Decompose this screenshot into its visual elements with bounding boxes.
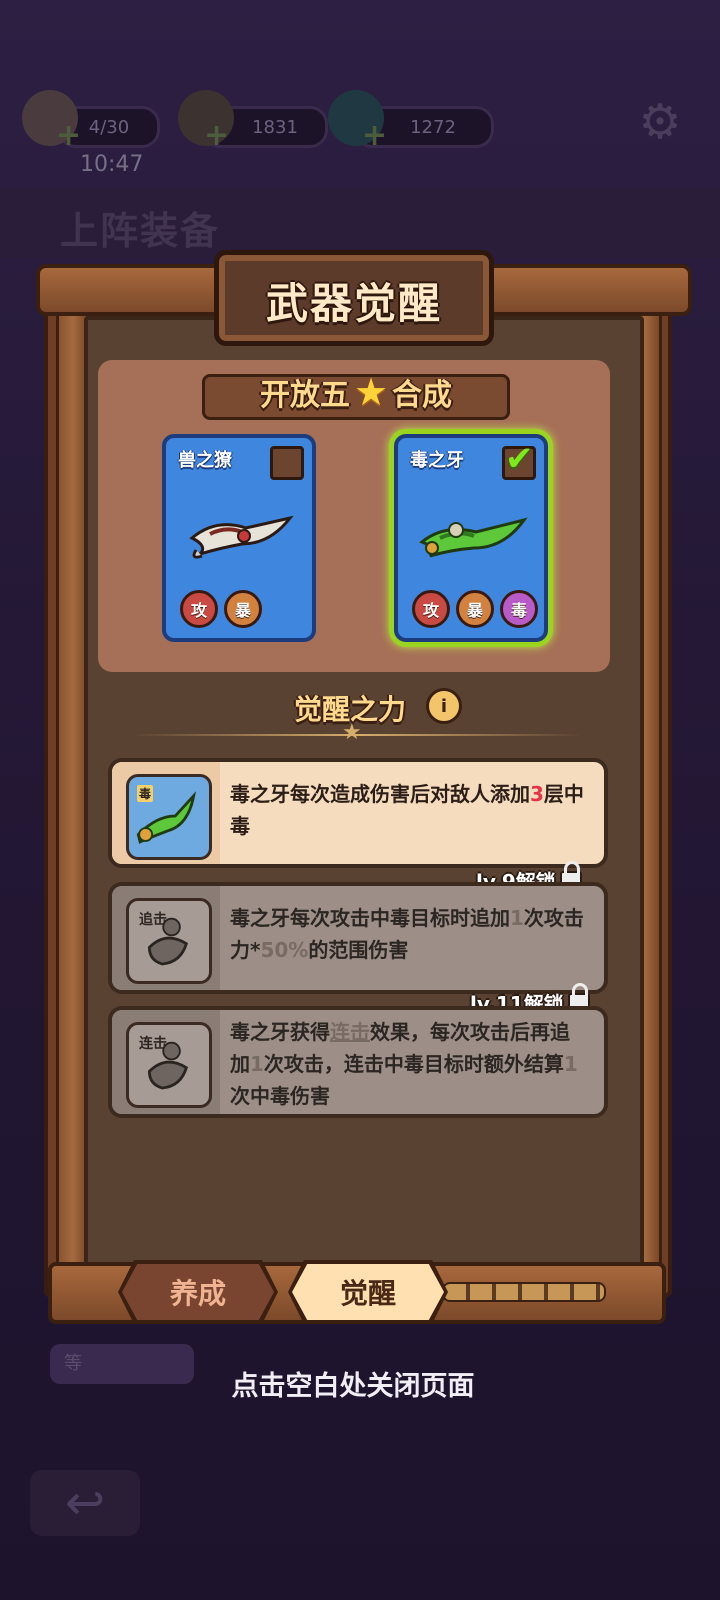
- chain-decoration: [442, 1282, 606, 1302]
- poison-dagger-icon: 毒: [126, 774, 212, 860]
- skill-description: 毒之牙获得连击效果，每次攻击后再追加1次攻击，连击中毒目标时额外结算1次中毒伤害: [220, 1010, 604, 1114]
- divider-star-icon: ★: [342, 720, 362, 745]
- attack-badge: 攻: [180, 590, 218, 628]
- skill-row-3: 连击 毒之牙获得连击效果，每次攻击后再追加1次攻击，连击中毒目标时额外结算1次中…: [108, 1006, 608, 1118]
- dagger-icon: [189, 515, 294, 559]
- poison-dagger-icon: [419, 517, 528, 558]
- skill-text-pre: 毒之牙获得: [230, 1020, 330, 1044]
- skill-icon-box: 毒: [112, 762, 220, 864]
- tab-cultivate[interactable]: 养成: [122, 1264, 274, 1320]
- add-stamina-icon[interactable]: +: [56, 118, 81, 153]
- crit-badge: 暴: [224, 590, 262, 628]
- weapon-card-beast-fang[interactable]: 兽之獠 攻 暴: [162, 434, 316, 642]
- checkmark-icon: ✔: [505, 439, 534, 479]
- skill-number-1: 1: [510, 906, 524, 930]
- currency-2-value: 1272: [410, 116, 456, 138]
- merge-title-left: 开放五: [259, 378, 350, 413]
- skill-text-pre: 毒之牙每次攻击中毒目标时追加: [230, 906, 510, 930]
- skill-text-mid-2: 次攻击，连击中毒目标时额外结算: [263, 1052, 564, 1076]
- poison-dagger-art: [136, 791, 197, 844]
- gear-icon[interactable]: ⚙: [636, 98, 684, 146]
- star-icon: ★: [353, 370, 389, 414]
- clock: 10:47: [80, 152, 144, 177]
- info-icon[interactable]: i: [426, 688, 462, 724]
- add-currency-1-icon[interactable]: +: [204, 118, 229, 153]
- add-currency-2-icon[interactable]: +: [362, 118, 387, 153]
- weapon-card-name: 毒之牙: [410, 450, 464, 471]
- stamina-value: 4/30: [88, 116, 130, 138]
- section-title: 上阵装备: [60, 209, 221, 253]
- close-hint[interactable]: 点击空白处关闭页面: [0, 1364, 706, 1403]
- warrior-silhouette-icon: [147, 917, 188, 966]
- warrior-silhouette-icon: [147, 1041, 188, 1090]
- currency-1-value: 1831: [252, 116, 298, 138]
- skill-row-1: 毒 毒之牙每次造成伤害后对敌人添加3层中毒: [108, 758, 608, 868]
- crit-badge: 暴: [456, 590, 494, 628]
- panel-title: 武器觉醒: [265, 279, 442, 328]
- skill-icon-box: 追击: [112, 886, 220, 990]
- combo-link[interactable]: 连击: [330, 1020, 370, 1044]
- tab-awaken[interactable]: 觉醒: [292, 1264, 444, 1320]
- attribute-badges: 攻 暴 毒: [412, 590, 538, 628]
- merge-title-right: 合成: [392, 378, 453, 413]
- back-arrow-icon[interactable]: ↩: [30, 1470, 140, 1536]
- skill-number-2: 1: [563, 1052, 578, 1076]
- skill-number-2: 50%: [260, 938, 309, 962]
- attack-badge: 攻: [412, 590, 450, 628]
- skill-row-2: 追击 毒之牙每次攻击中毒目标时追加1次攻击力*50%的范围伤害: [108, 882, 608, 994]
- select-checkbox[interactable]: ✔: [502, 439, 536, 480]
- weapon-card-poison-fang[interactable]: 毒之牙 ✔ 攻 暴 毒: [394, 434, 548, 642]
- skill-description: 毒之牙每次攻击中毒目标时追加1次攻击力*50%的范围伤害: [220, 886, 604, 990]
- skill-icon-box: 连击: [112, 1010, 220, 1114]
- merge-title: 开放五 ★ 合成: [206, 370, 506, 414]
- attribute-badges: 攻 暴: [180, 590, 262, 628]
- skill-number: 3: [530, 782, 544, 806]
- poison-badge: 毒: [500, 590, 538, 628]
- combo-skill-icon: 连击: [126, 1022, 212, 1108]
- skill-text-pre: 毒之牙每次造成伤害后对敌人添加: [230, 782, 530, 806]
- skill-description: 毒之牙每次造成伤害后对敌人添加3层中毒: [220, 762, 604, 864]
- skill-text-post: 次中毒伤害: [230, 1084, 330, 1108]
- select-checkbox[interactable]: [270, 446, 304, 480]
- pursuit-skill-icon: 追击: [126, 898, 212, 984]
- weapon-card-name: 兽之獠: [178, 450, 232, 471]
- skill-text-post: 的范围伤害: [308, 938, 409, 962]
- skill-number-1: 1: [250, 1052, 264, 1076]
